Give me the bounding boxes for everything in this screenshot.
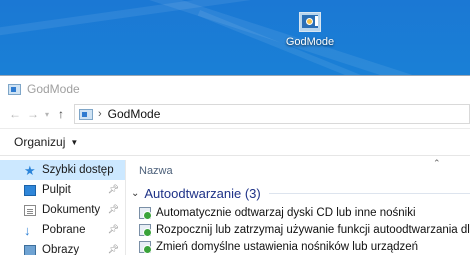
list-item[interactable]: Rozpocznij lub zatrzymaj używanie funkcj… bbox=[127, 221, 470, 238]
control-panel-icon bbox=[79, 108, 93, 120]
autoplay-icon bbox=[139, 240, 152, 254]
forward-arrow-icon[interactable]: → bbox=[24, 107, 42, 121]
back-arrow-icon[interactable]: ← bbox=[6, 107, 24, 121]
control-panel-icon bbox=[8, 83, 21, 95]
nav-item-label: Obrazy bbox=[42, 244, 80, 255]
desktop-icon-label: GodMode bbox=[285, 36, 335, 48]
nav-item-downloads[interactable]: ↓ Pobrane 📌︎ bbox=[0, 220, 125, 240]
pin-icon[interactable]: 📌︎ bbox=[108, 244, 119, 255]
desktop-folder-icon bbox=[24, 184, 36, 196]
title-bar[interactable]: GodMode bbox=[0, 76, 470, 102]
nav-item-label: Pobrane bbox=[42, 224, 86, 236]
pictures-folder-icon bbox=[24, 244, 36, 255]
up-arrow-icon[interactable]: ↑ bbox=[52, 107, 70, 121]
group-header[interactable]: ⌄ Autoodtwarzanie (3) bbox=[127, 182, 470, 204]
nav-item-label: Pulpit bbox=[42, 184, 71, 196]
navigation-pane: ★ Szybki dostęp Pulpit 📌︎ Dokumenty 📌︎ ↓… bbox=[0, 160, 126, 255]
pin-icon[interactable]: 📌︎ bbox=[108, 224, 119, 235]
nav-item-documents[interactable]: Dokumenty 📌︎ bbox=[0, 200, 125, 220]
control-panel-icon bbox=[299, 12, 321, 32]
list-item-label: Automatycznie odtwarzaj dyski CD lub inn… bbox=[156, 206, 416, 219]
window-title: GodMode bbox=[27, 82, 80, 96]
nav-item-label: Dokumenty bbox=[42, 204, 101, 216]
downloads-arrow-icon: ↓ bbox=[24, 222, 31, 238]
list-item-label: Zmień domyślne ustawienia nośników lub u… bbox=[156, 240, 419, 253]
organize-button[interactable]: Organizuj ▼ bbox=[14, 135, 78, 149]
star-icon: ★ bbox=[24, 162, 36, 178]
address-bar[interactable]: › GodMode bbox=[74, 104, 470, 124]
breadcrumb-current[interactable]: GodMode bbox=[108, 107, 161, 121]
navigation-bar: ← → ▾ ↑ › GodMode bbox=[0, 102, 470, 126]
file-list: Nazwa ⌃ ⌄ Autoodtwarzanie (3) Automatycz… bbox=[127, 158, 470, 255]
list-item[interactable]: Automatycznie odtwarzaj dyski CD lub inn… bbox=[127, 204, 470, 221]
list-item-label: Rozpocznij lub zatrzymaj używanie funkcj… bbox=[156, 223, 470, 236]
recent-locations-chevron-icon[interactable]: ▾ bbox=[42, 110, 52, 119]
group-title: Autoodtwarzanie (3) bbox=[144, 185, 261, 201]
command-bar: Organizuj ▼ bbox=[0, 128, 470, 156]
group-divider bbox=[268, 192, 470, 194]
nav-item-pictures[interactable]: Obrazy 📌︎ bbox=[0, 240, 125, 255]
chevron-down-icon[interactable]: ⌄ bbox=[131, 188, 139, 199]
nav-item-quick-access[interactable]: ★ Szybki dostęp bbox=[0, 160, 125, 180]
autoplay-icon bbox=[139, 223, 152, 237]
godmode-desktop-icon[interactable]: GodMode bbox=[282, 12, 338, 48]
autoplay-icon bbox=[139, 206, 152, 220]
list-item[interactable]: Zmień domyślne ustawienia nośników lub u… bbox=[127, 238, 470, 255]
explorer-window: GodMode ← → ▾ ↑ › GodMode Organizuj ▼ ★ … bbox=[0, 75, 470, 255]
breadcrumb-separator-icon: › bbox=[98, 108, 102, 120]
organize-label: Organizuj bbox=[14, 135, 66, 149]
column-header-name[interactable]: Nazwa ⌃ bbox=[127, 158, 470, 182]
chevron-down-icon: ▼ bbox=[70, 137, 79, 147]
nav-item-desktop[interactable]: Pulpit 📌︎ bbox=[0, 180, 125, 200]
sort-chevron-up-icon: ⌃ bbox=[433, 158, 441, 168]
pin-icon[interactable]: 📌︎ bbox=[108, 204, 119, 215]
documents-folder-icon bbox=[24, 204, 36, 216]
column-header-label: Nazwa bbox=[139, 165, 173, 177]
pin-icon[interactable]: 📌︎ bbox=[108, 184, 119, 195]
nav-item-label: Szybki dostęp bbox=[42, 164, 114, 176]
